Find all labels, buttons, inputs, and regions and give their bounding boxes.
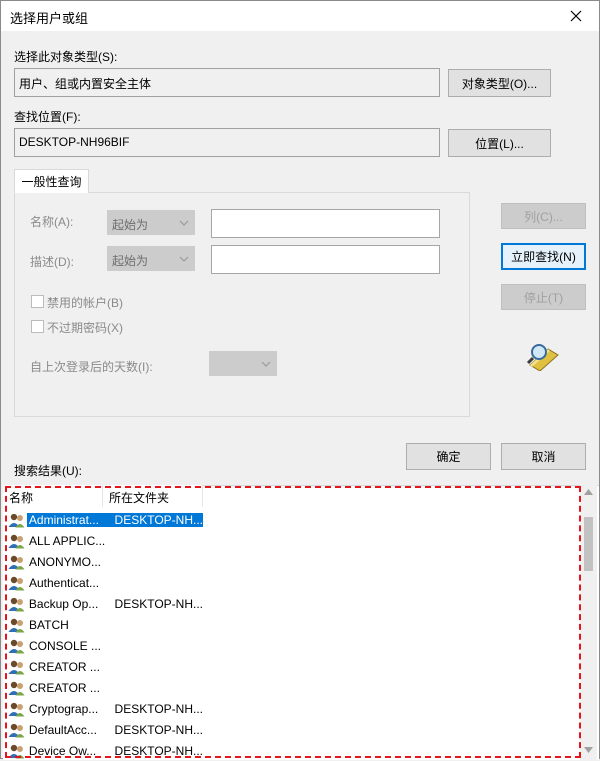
user-group-icon <box>8 744 25 758</box>
table-row[interactable]: CONSOLE ... <box>3 635 203 656</box>
row-name: Cryptograp... <box>28 701 99 716</box>
table-row[interactable]: Cryptograp... DESKTOP-NH... <box>3 698 203 719</box>
results-header: 名称 所在文件夹 <box>3 485 203 507</box>
user-group-icon <box>8 513 25 527</box>
object-type-label: 选择此对象类型(S): <box>14 50 118 64</box>
table-row[interactable]: Authenticat... <box>3 572 203 593</box>
results-scrollbar[interactable] <box>580 485 597 760</box>
columns-button[interactable]: 列(C)... <box>501 203 586 229</box>
description-input[interactable] <box>211 245 440 274</box>
object-types-button[interactable]: 对象类型(O)... <box>448 69 551 97</box>
row-name: Backup Op... <box>28 596 99 611</box>
scroll-down-icon[interactable] <box>584 747 593 753</box>
locations-button[interactable]: 位置(L)... <box>448 129 551 157</box>
description-operator-value: 起始为 <box>112 254 149 268</box>
location-label: 查找位置(F): <box>14 110 81 124</box>
row-folder: DESKTOP-NH... <box>114 722 203 737</box>
window-title: 选择用户或组 <box>10 11 89 26</box>
tab-common-queries[interactable]: 一般性查询 <box>14 169 89 193</box>
user-group-icon <box>8 534 25 548</box>
name-operator-combo[interactable]: 起始为 <box>107 210 195 235</box>
name-operator-value: 起始为 <box>112 218 149 232</box>
table-row[interactable]: Administrat... DESKTOP-NH... <box>3 509 203 530</box>
user-group-icon <box>8 576 25 590</box>
user-group-icon <box>8 618 25 632</box>
chevron-down-icon <box>179 256 189 262</box>
row-name: DefaultAcc... <box>28 722 97 737</box>
find-now-button[interactable]: 立即查找(N) <box>501 243 586 270</box>
location-field: DESKTOP-NH96BIF <box>14 128 440 157</box>
select-users-dialog: 选择用户或组 选择此对象类型(S): 用户、组或内置安全主体 对象类型(O)..… <box>0 0 600 761</box>
row-name: Authenticat... <box>29 575 100 590</box>
column-header-folder[interactable]: 所在文件夹 <box>103 485 203 507</box>
stop-button[interactable]: 停止(T) <box>501 284 586 310</box>
disabled-accounts-checkbox[interactable] <box>31 295 44 308</box>
days-since-logon-combo[interactable] <box>209 351 277 376</box>
column-header-name[interactable]: 名称 <box>3 485 103 507</box>
user-group-icon <box>8 597 25 611</box>
ok-button[interactable]: 确定 <box>406 443 491 470</box>
row-folder: DESKTOP-NH... <box>106 512 203 527</box>
name-input[interactable] <box>211 209 440 238</box>
search-results-label: 搜索结果(U): <box>14 464 82 478</box>
table-row[interactable]: Backup Op... DESKTOP-NH... <box>3 593 203 614</box>
table-row[interactable]: CREATOR ... <box>3 656 203 677</box>
chevron-down-icon <box>261 361 271 367</box>
search-magnifier-icon <box>526 344 559 371</box>
row-name: Administrat... <box>26 512 107 527</box>
row-name: CONSOLE ... <box>29 638 102 653</box>
table-row[interactable]: ANONYMO... <box>3 551 203 572</box>
non-expiring-password-label: 不过期密码(X) <box>47 321 123 335</box>
user-group-icon <box>8 702 25 716</box>
title-bar: 选择用户或组 <box>1 1 599 31</box>
row-folder: DESKTOP-NH... <box>114 743 203 758</box>
table-row[interactable]: CREATOR ... <box>3 677 203 698</box>
table-row[interactable]: Device Ow... DESKTOP-NH... <box>3 740 203 761</box>
description-label: 描述(D): <box>30 255 74 269</box>
table-row[interactable]: DefaultAcc... DESKTOP-NH... <box>3 719 203 740</box>
row-name: BATCH <box>29 617 69 632</box>
row-name: Device Ow... <box>28 743 97 758</box>
scroll-thumb[interactable] <box>584 517 593 571</box>
user-group-icon <box>8 723 25 737</box>
cancel-button[interactable]: 取消 <box>501 443 586 470</box>
object-type-field: 用户、组或内置安全主体 <box>14 68 440 97</box>
close-icon <box>570 10 582 22</box>
row-name: CREATOR ... <box>29 680 100 695</box>
non-expiring-password-checkbox[interactable] <box>31 320 44 333</box>
close-button[interactable] <box>553 1 599 31</box>
row-folder: DESKTOP-NH... <box>114 701 203 716</box>
user-group-icon <box>8 660 25 674</box>
row-folder: DESKTOP-NH... <box>114 596 203 611</box>
row-name: ANONYMO... <box>29 554 102 569</box>
scroll-up-icon[interactable] <box>584 489 593 495</box>
chevron-down-icon <box>179 220 189 226</box>
row-name: CREATOR ... <box>29 659 100 674</box>
tab-label: 一般性查询 <box>21 175 82 189</box>
description-operator-combo[interactable]: 起始为 <box>107 246 195 271</box>
table-row[interactable]: BATCH <box>3 614 203 635</box>
row-name: ALL APPLIC... <box>29 533 106 548</box>
disabled-accounts-label: 禁用的帐户(B) <box>47 296 123 310</box>
table-row[interactable]: ALL APPLIC... <box>3 530 203 551</box>
name-label: 名称(A): <box>30 215 74 229</box>
user-group-icon <box>8 639 25 653</box>
common-queries-panel: 名称(A): 起始为 描述(D): 起始为 禁用的帐户(B) 不过期密码(X) … <box>14 192 470 417</box>
days-since-logon-label: 自上次登录后的天数(I): <box>30 360 153 374</box>
user-group-icon <box>8 681 25 695</box>
user-group-icon <box>8 555 25 569</box>
